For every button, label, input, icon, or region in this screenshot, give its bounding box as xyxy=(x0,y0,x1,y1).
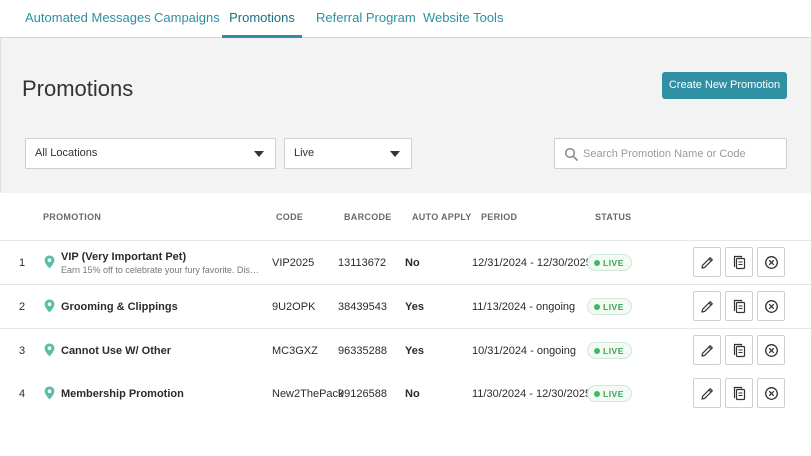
edit-button[interactable] xyxy=(693,291,721,321)
column-header-period[interactable]: PERIOD xyxy=(481,212,517,222)
page-bottom-area xyxy=(0,415,811,456)
location-select-value: All Locations xyxy=(35,147,98,159)
close-circle-icon xyxy=(765,256,778,269)
close-circle-icon xyxy=(765,387,778,400)
status-badge: LIVE xyxy=(587,385,632,402)
column-header-barcode[interactable]: BARCODE xyxy=(344,212,392,222)
auto-apply-value: Yes xyxy=(405,301,424,313)
promotion-code: New2ThePack xyxy=(272,388,344,400)
pencil-icon xyxy=(701,257,713,269)
promotion-barcode: 99126588 xyxy=(338,388,387,400)
map-pin-icon xyxy=(44,299,55,313)
page-title: Promotions xyxy=(22,76,134,101)
map-pin-icon xyxy=(44,386,55,400)
location-select[interactable]: All Locations xyxy=(25,138,276,169)
pencil-icon xyxy=(701,301,713,313)
promotion-name[interactable]: Cannot Use W/ Other xyxy=(61,345,171,357)
delete-button[interactable] xyxy=(757,291,785,321)
status-text: LIVE xyxy=(603,346,624,356)
promotion-barcode: 38439543 xyxy=(338,301,387,313)
status-select[interactable]: Live xyxy=(284,138,412,169)
status-select-value: Live xyxy=(294,147,315,159)
promotion-name[interactable]: VIP (Very Important Pet) xyxy=(61,251,186,263)
delete-button[interactable] xyxy=(757,378,785,408)
column-header-auto-apply[interactable]: AUTO APPLY xyxy=(412,212,472,222)
tab-campaigns[interactable]: Campaigns xyxy=(154,0,220,38)
copy-button[interactable] xyxy=(725,335,753,365)
copy-button[interactable] xyxy=(725,291,753,321)
copy-icon xyxy=(733,343,746,358)
auto-apply-value: No xyxy=(405,257,420,269)
promotion-description: Earn 15% off to celebrate your fury favo… xyxy=(61,265,263,275)
search-input[interactable] xyxy=(583,140,783,167)
edit-button[interactable] xyxy=(693,378,721,408)
table-header: PROMOTION CODE BARCODE AUTO APPLY PERIOD… xyxy=(0,193,811,241)
promotion-code: MC3GXZ xyxy=(272,345,318,357)
row-number: 2 xyxy=(19,301,26,313)
live-dot-icon xyxy=(594,348,600,354)
tab-automated-messages[interactable]: Automated Messages xyxy=(25,0,151,38)
copy-button[interactable] xyxy=(725,247,753,277)
row-number: 3 xyxy=(19,345,26,357)
live-dot-icon xyxy=(594,391,600,397)
copy-icon xyxy=(733,386,746,401)
tab-website-tools[interactable]: Website Tools xyxy=(423,0,503,38)
search-icon xyxy=(564,147,578,161)
close-circle-icon xyxy=(765,344,778,357)
promotion-period: 10/31/2024 - ongoing xyxy=(472,345,576,357)
row-number: 1 xyxy=(19,257,26,269)
auto-apply-value: Yes xyxy=(405,345,424,357)
pencil-icon xyxy=(701,345,713,357)
tab-promotions[interactable]: Promotions xyxy=(222,0,302,38)
column-header-promotion[interactable]: PROMOTION xyxy=(43,212,101,222)
promotion-barcode: 96335288 xyxy=(338,345,387,357)
status-badge: LIVE xyxy=(587,342,632,359)
top-tab-bar: Automated Messages Campaigns Promotions … xyxy=(0,0,811,38)
tab-referral-program[interactable]: Referral Program xyxy=(316,0,416,38)
promotion-name[interactable]: Membership Promotion xyxy=(61,388,184,400)
pencil-icon xyxy=(701,388,713,400)
table-row[interactable]: 1 VIP (Very Important Pet) Earn 15% off … xyxy=(0,241,811,285)
column-header-status[interactable]: STATUS xyxy=(595,212,631,222)
status-badge: LIVE xyxy=(587,254,632,271)
delete-button[interactable] xyxy=(757,335,785,365)
chevron-down-icon xyxy=(390,151,400,157)
copy-icon xyxy=(733,299,746,314)
copy-button[interactable] xyxy=(725,378,753,408)
map-pin-icon xyxy=(44,255,55,269)
page-header: Promotions Create New Promotion All Loca… xyxy=(0,38,811,193)
promotion-code: VIP2025 xyxy=(272,257,315,269)
table-row[interactable]: 4 Membership Promotion New2ThePack 99126… xyxy=(0,372,811,416)
create-new-promotion-button[interactable]: Create New Promotion xyxy=(662,72,787,99)
status-text: LIVE xyxy=(603,302,624,312)
auto-apply-value: No xyxy=(405,388,420,400)
promotion-period: 11/13/2024 - ongoing xyxy=(472,301,576,313)
search-box xyxy=(554,138,787,169)
promotion-period: 12/31/2024 - 12/30/2025 xyxy=(472,257,592,269)
map-pin-icon xyxy=(44,343,55,357)
status-text: LIVE xyxy=(603,258,624,268)
edit-button[interactable] xyxy=(693,335,721,365)
column-header-code[interactable]: CODE xyxy=(276,212,303,222)
status-text: LIVE xyxy=(603,389,624,399)
status-badge: LIVE xyxy=(587,298,632,315)
close-circle-icon xyxy=(765,300,778,313)
chevron-down-icon xyxy=(254,151,264,157)
edit-button[interactable] xyxy=(693,247,721,277)
table-row[interactable]: 3 Cannot Use W/ Other MC3GXZ 96335288 Ye… xyxy=(0,329,811,373)
row-number: 4 xyxy=(19,388,26,400)
table-row[interactable]: 2 Grooming & Clippings 9U2OPK 38439543 Y… xyxy=(0,285,811,329)
live-dot-icon xyxy=(594,304,600,310)
promotion-barcode: 13113672 xyxy=(338,257,387,269)
promotion-name[interactable]: Grooming & Clippings xyxy=(61,301,178,313)
promotion-period: 11/30/2024 - 12/30/2025 xyxy=(472,388,592,400)
promotion-code: 9U2OPK xyxy=(272,301,316,313)
copy-icon xyxy=(733,255,746,270)
live-dot-icon xyxy=(594,260,600,266)
delete-button[interactable] xyxy=(757,247,785,277)
